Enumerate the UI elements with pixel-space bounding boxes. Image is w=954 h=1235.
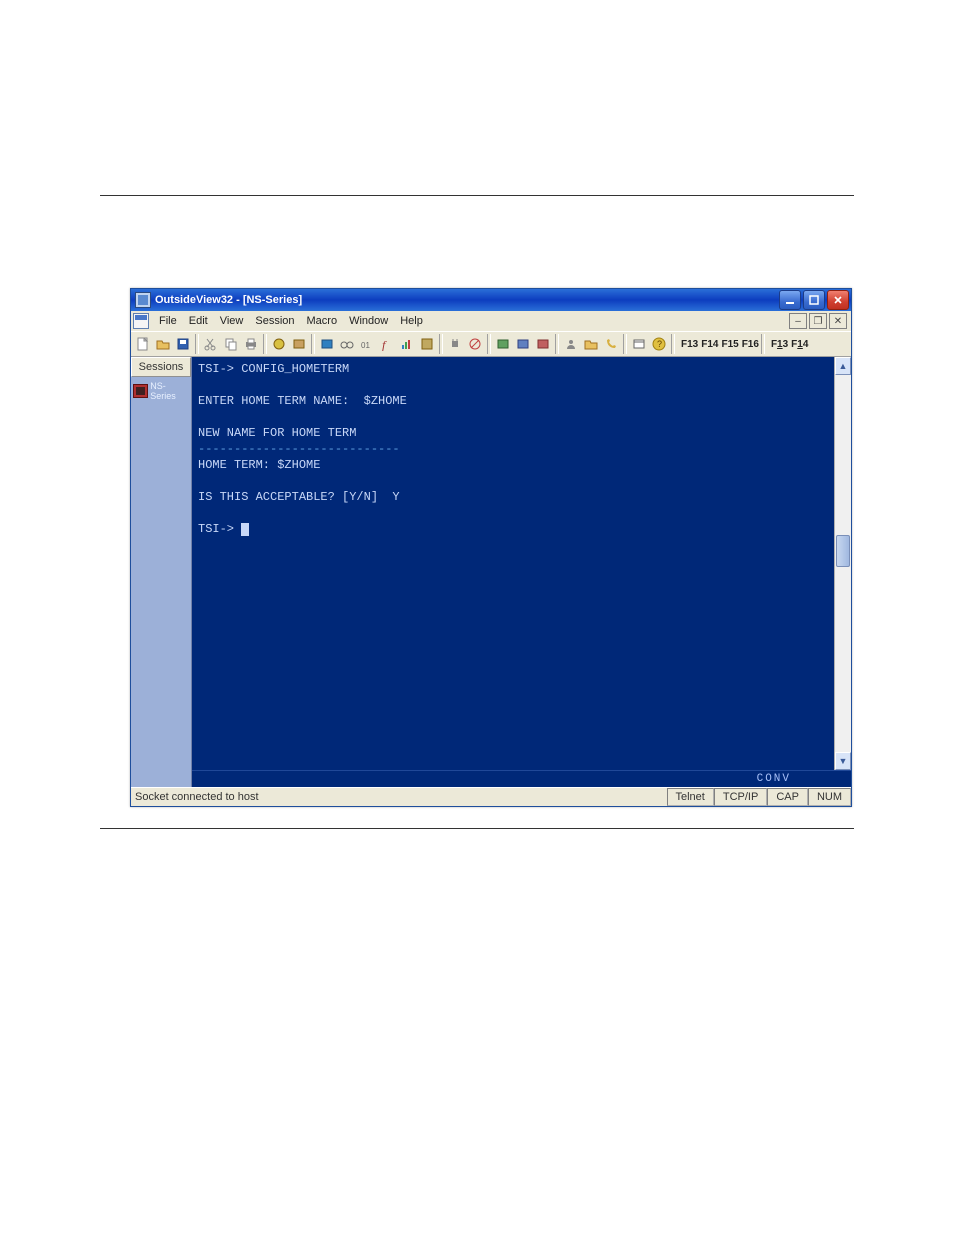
document-icon[interactable] [133, 313, 149, 329]
macro-a-icon[interactable] [493, 334, 513, 354]
menu-macro[interactable]: Macro [301, 313, 344, 329]
fkey-f13-r[interactable]: F13 [771, 339, 788, 350]
screen-icon[interactable] [317, 334, 337, 354]
fkey-f15[interactable]: F15 [721, 339, 738, 350]
svg-text:01: 01 [361, 341, 370, 350]
open-icon[interactable] [153, 334, 173, 354]
menu-view[interactable]: View [214, 313, 250, 329]
window-title: OutsideView32 - [NS-Series] [155, 294, 302, 306]
status-numlock: NUM [808, 788, 851, 806]
mdi-controls: – ❐ ✕ [789, 313, 851, 329]
page-divider-bottom [100, 828, 854, 829]
fkey-f13[interactable]: F13 [681, 339, 698, 350]
new-icon[interactable] [133, 334, 153, 354]
terminal-icon [133, 384, 148, 398]
menu-file[interactable]: File [153, 313, 183, 329]
mdi-minimize-button[interactable]: – [789, 313, 807, 329]
folder-icon[interactable] [581, 334, 601, 354]
status-message: Socket connected to host [131, 789, 667, 805]
settings-a-icon[interactable] [269, 334, 289, 354]
svg-text:?: ? [657, 339, 662, 349]
fkey-f16[interactable]: F16 [742, 339, 759, 350]
menubar: File Edit View Session Macro Window Help… [131, 311, 851, 331]
phone-icon[interactable] [601, 334, 621, 354]
binary-icon[interactable]: 01 [357, 334, 377, 354]
mdi-close-button[interactable]: ✕ [829, 313, 847, 329]
fkey-f14-r[interactable]: F14 [791, 339, 808, 350]
terminal-mode-indicator: CONV [757, 773, 791, 785]
function-icon[interactable]: f [377, 334, 397, 354]
scrollbar-vertical: ▲ ▼ [834, 357, 851, 770]
status-capslock: CAP [767, 788, 808, 806]
scroll-down-button[interactable]: ▼ [835, 752, 851, 770]
tool-a-icon[interactable] [417, 334, 437, 354]
fkey-buttons-left: F13 F14 F15 F16 [681, 339, 759, 350]
close-button[interactable] [827, 290, 849, 310]
window-icon[interactable] [629, 334, 649, 354]
menu-session[interactable]: Session [249, 313, 300, 329]
workspace: Sessions NS-Series TSI-> CONFIG_HOMETERM… [131, 357, 851, 787]
minimize-button[interactable] [779, 290, 801, 310]
scroll-track[interactable] [835, 375, 851, 752]
status-protocol: TCP/IP [714, 788, 767, 806]
window-controls [779, 290, 849, 310]
print-icon[interactable] [241, 334, 261, 354]
settings-b-icon[interactable] [289, 334, 309, 354]
copy-icon[interactable] [221, 334, 241, 354]
scroll-thumb[interactable] [836, 535, 850, 567]
session-item-ns-series[interactable]: NS-Series [131, 377, 191, 405]
menu-edit[interactable]: Edit [183, 313, 214, 329]
fkey-f14[interactable]: F14 [701, 339, 718, 350]
chart-icon[interactable] [397, 334, 417, 354]
terminal-status-strip: CONV [192, 770, 851, 787]
macro-b-icon[interactable] [513, 334, 533, 354]
menu-window[interactable]: Window [343, 313, 394, 329]
help-icon[interactable]: ? [649, 334, 669, 354]
status-connection: Telnet [667, 788, 714, 806]
page-divider-top [100, 195, 854, 196]
plug-icon[interactable] [445, 334, 465, 354]
maximize-button[interactable] [803, 290, 825, 310]
menu-help[interactable]: Help [394, 313, 429, 329]
save-icon[interactable] [173, 334, 193, 354]
statusbar: Socket connected to host Telnet TCP/IP C… [131, 787, 851, 806]
cut-icon[interactable] [201, 334, 221, 354]
glasses-icon[interactable] [337, 334, 357, 354]
macro-c-icon[interactable] [533, 334, 553, 354]
person-icon[interactable] [561, 334, 581, 354]
mdi-restore-button[interactable]: ❐ [809, 313, 827, 329]
scroll-up-button[interactable]: ▲ [835, 357, 851, 375]
disconnect-icon[interactable] [465, 334, 485, 354]
app-icon [135, 292, 151, 308]
toolbar: 01 f ? F13 F14 F15 F16 F13 F14 [131, 331, 851, 357]
terminal-screen[interactable]: TSI-> CONFIG_HOMETERM ENTER HOME TERM NA… [192, 357, 834, 770]
svg-text:f: f [382, 338, 387, 351]
sessions-tab[interactable]: Sessions [131, 357, 191, 377]
fkey-buttons-right: F13 F14 [771, 339, 808, 350]
sessions-sidebar: Sessions NS-Series [131, 357, 192, 787]
titlebar: OutsideView32 - [NS-Series] [131, 289, 851, 311]
session-label: NS-Series [150, 381, 189, 401]
terminal-pane: TSI-> CONFIG_HOMETERM ENTER HOME TERM NA… [192, 357, 851, 787]
app-window: OutsideView32 - [NS-Series] File Edit Vi… [130, 288, 852, 807]
